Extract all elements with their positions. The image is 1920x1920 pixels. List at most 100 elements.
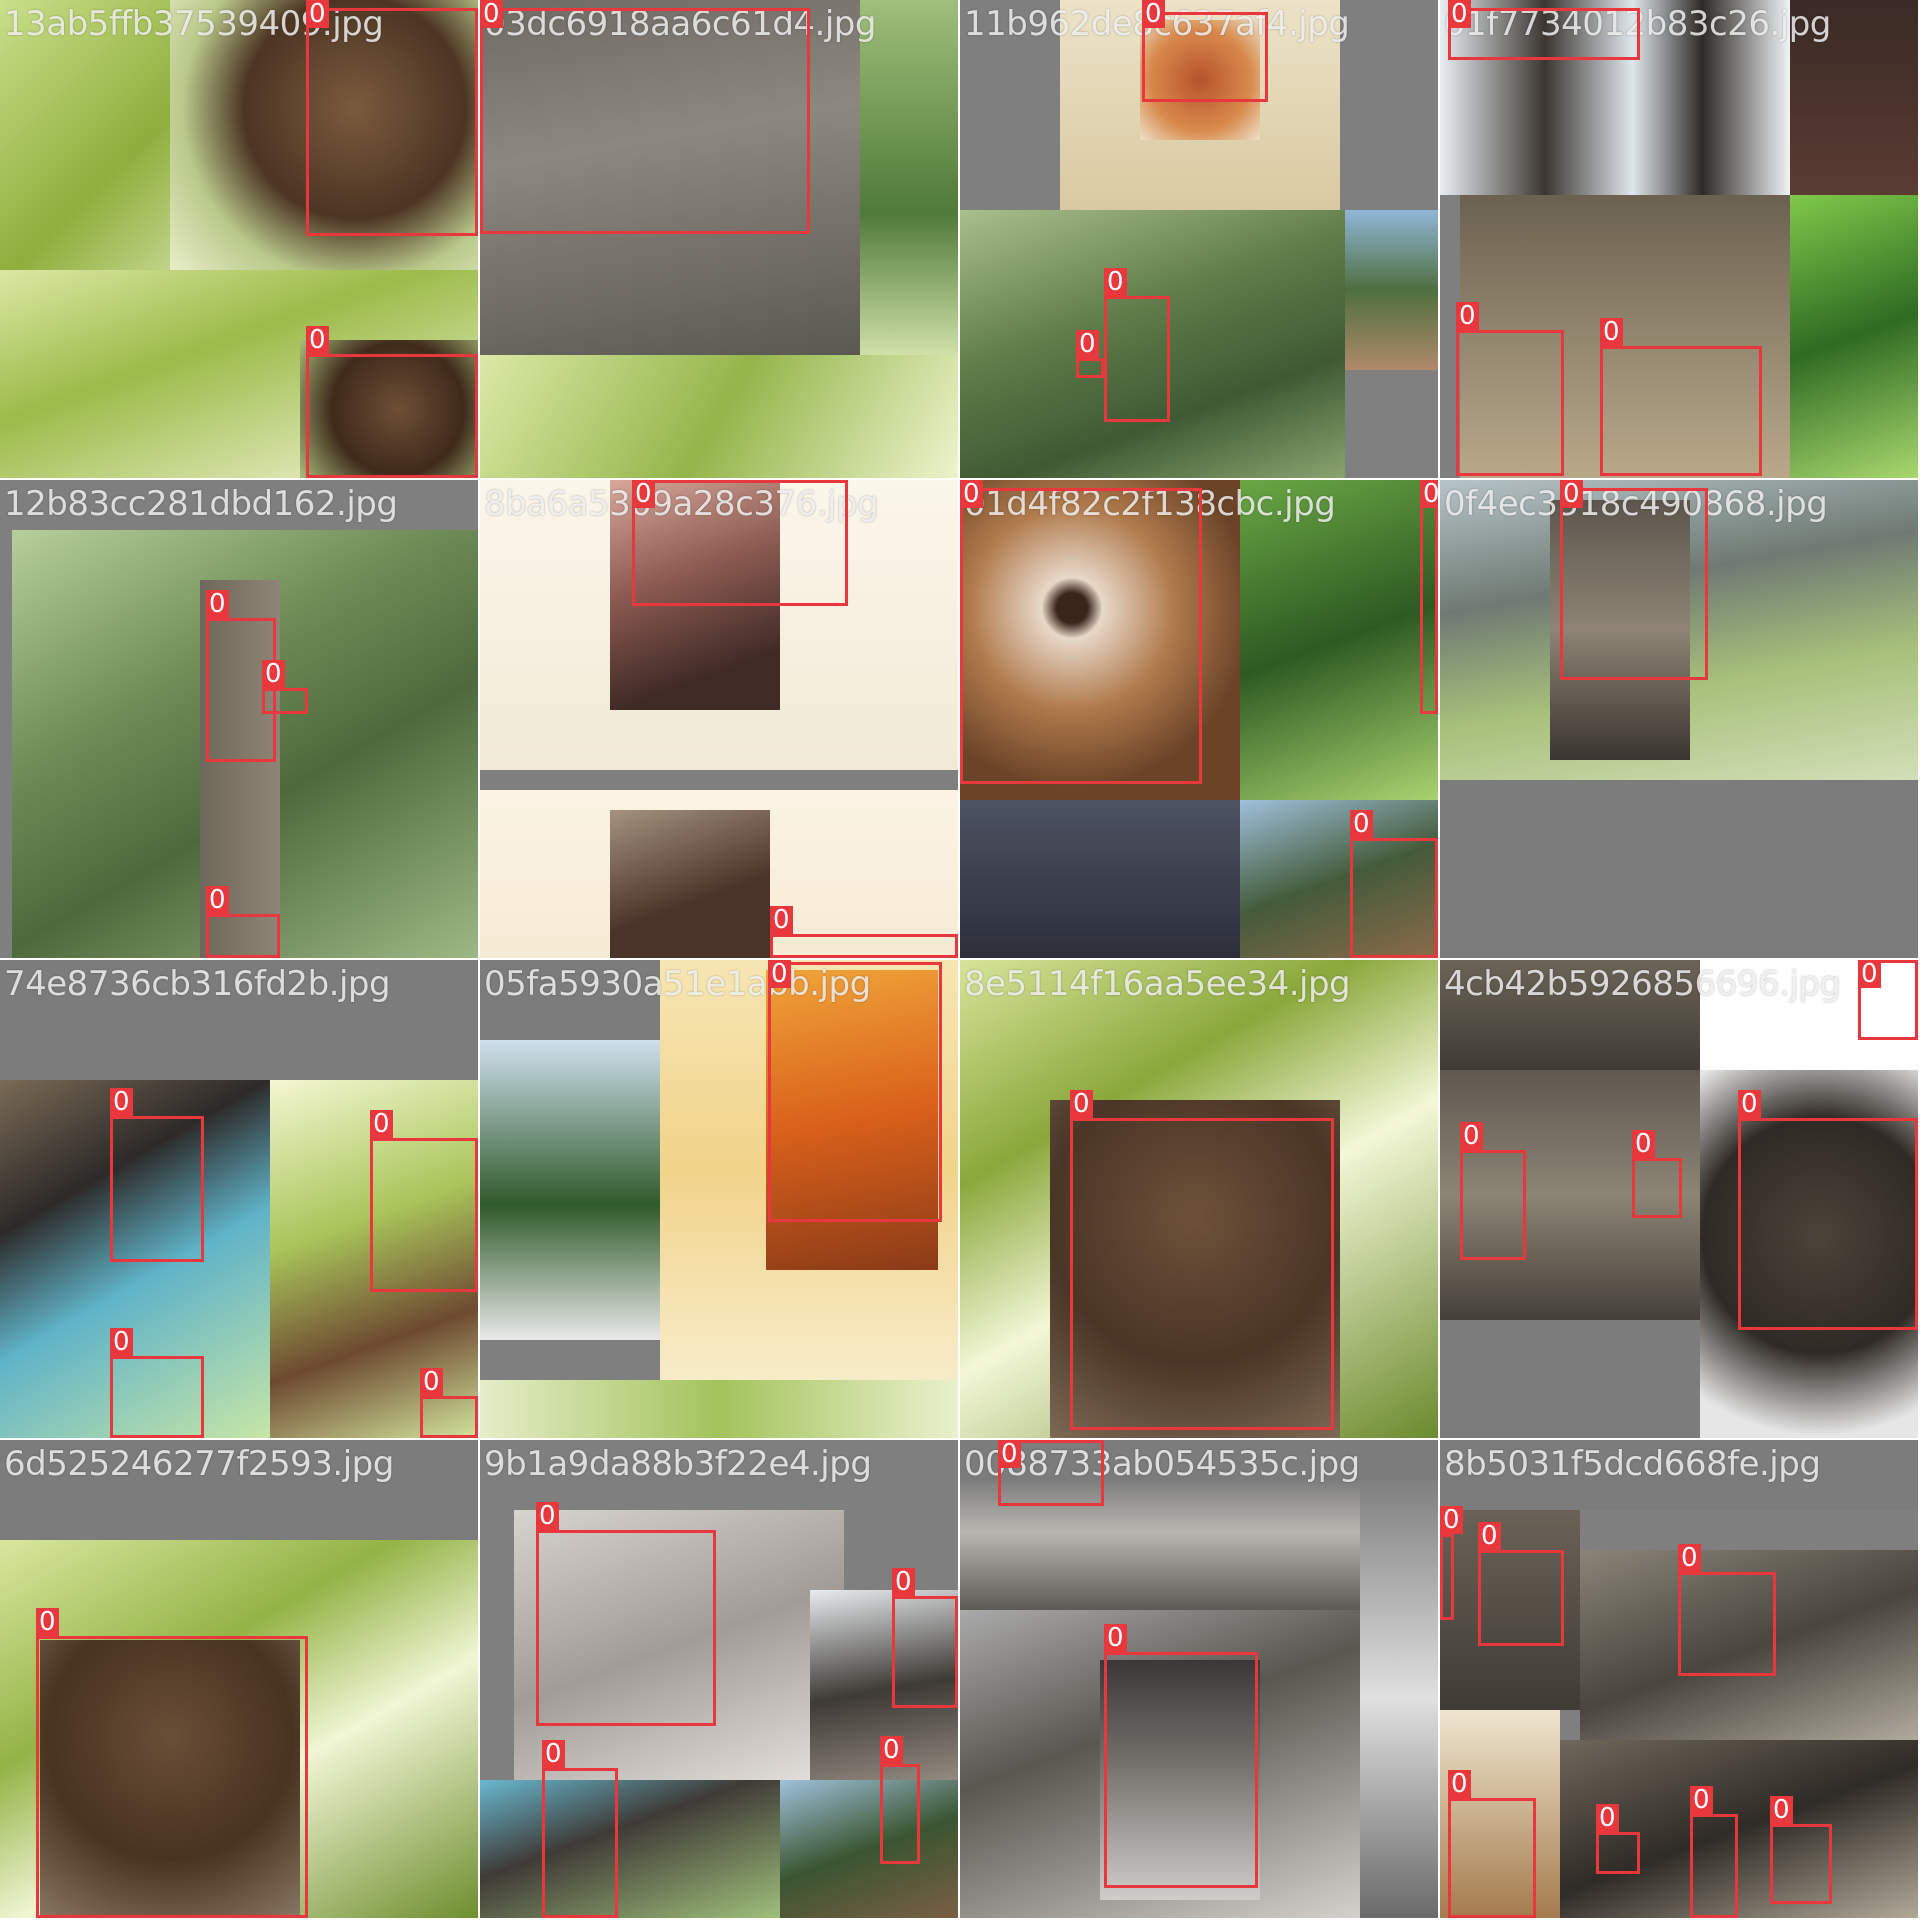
owl-photo-patch [1360, 1480, 1438, 1918]
class-label-tag: 0 [206, 886, 229, 914]
class-label-tag: 0 [1420, 480, 1438, 508]
class-label-tag: 0 [1678, 1544, 1701, 1572]
class-label-tag: 0 [1600, 318, 1623, 346]
class-label-tag: 0 [1738, 1090, 1761, 1118]
mosaic-grid: 13ab5ffb37539409.jpg 0 0 03dc6918aa6c61d4.j… [0, 0, 1920, 1920]
tile-filename: 4cb42b5926856696.jpg [1444, 964, 1841, 1004]
owl-photo-patch [480, 1780, 780, 1918]
bounding-box [1076, 358, 1104, 378]
mosaic-tile: 0088733ab054535c.jpg 0 0 [960, 1440, 1438, 1918]
class-label-tag: 0 [960, 480, 983, 508]
owl-photo-patch [960, 800, 1240, 958]
mosaic-tile: 0f4ec3518c490868.jpg 0 [1440, 480, 1918, 958]
bounding-box [1104, 296, 1170, 422]
class-label-tag: 0 [632, 480, 655, 508]
class-label-tag: 0 [1448, 1770, 1471, 1798]
class-label-tag: 0 [1070, 1090, 1093, 1118]
class-label-tag: 0 [1076, 330, 1099, 358]
bounding-box [880, 1764, 920, 1864]
owl-photo-patch [1345, 210, 1438, 370]
bounding-box [1560, 488, 1708, 680]
mosaic-tile: 74e8736cb316fd2b.jpg 0 0 0 0 [0, 960, 478, 1438]
bounding-box [1104, 1652, 1258, 1888]
bounding-box [306, 8, 478, 236]
class-label-tag: 0 [1632, 1130, 1655, 1158]
bounding-box [1600, 346, 1762, 476]
class-label-tag: 0 [1690, 1786, 1713, 1814]
class-label-tag: 0 [536, 1502, 559, 1530]
bounding-box [1478, 1550, 1564, 1646]
class-label-tag: 0 [1770, 1796, 1793, 1824]
class-label-tag: 0 [1104, 1624, 1127, 1652]
bounding-box [1770, 1824, 1832, 1904]
bounding-box [480, 8, 810, 234]
class-label-tag: 0 [1478, 1522, 1501, 1550]
mosaic-tile: 13ab5ffb37539409.jpg 0 0 [0, 0, 478, 478]
class-label-tag: 0 [768, 960, 791, 988]
bounding-box [1690, 1814, 1738, 1918]
mosaic-tile: 9b1a9da88b3f22e4.jpg 0 0 0 0 [480, 1440, 958, 1918]
bounding-box [1460, 1150, 1526, 1260]
bounding-box [1440, 1534, 1454, 1620]
owl-photo-patch [610, 810, 770, 958]
mosaic-tile: 8ba6a5309a28c376.jpg 0 0 [480, 480, 958, 958]
class-label-tag: 0 [110, 1088, 133, 1116]
bounding-box [1678, 1572, 1776, 1676]
tile-filename: 9b1a9da88b3f22e4.jpg [484, 1444, 872, 1484]
class-label-tag: 0 [1350, 810, 1373, 838]
tile-filename: 12b83cc281dbd162.jpg [4, 484, 398, 524]
owl-photo-patch [1440, 780, 1918, 958]
mosaic-tile: 01d4f82c2f138cbc.jpg 0 0 0 [960, 480, 1438, 958]
owl-photo-patch [1240, 480, 1438, 800]
class-label-tag: 0 [306, 326, 329, 354]
bounding-box [632, 480, 848, 606]
bounding-box [206, 914, 280, 958]
mosaic-tile: 11b962de8c637af4.jpg000 [960, 0, 1438, 478]
class-label-tag: 0 [770, 906, 793, 934]
mosaic-tile: 03dc6918aa6c61d4.jpg 0 [480, 0, 958, 478]
class-label-tag: 0 [206, 590, 229, 618]
tile-filename: 6d525246277f2593.jpg [4, 1444, 394, 1484]
mosaic-tile: 6d525246277f2593.jpg 0 [0, 1440, 478, 1918]
class-label-tag: 0 [480, 0, 503, 28]
mosaic-tile: 01f7734012b83c26.jpg 0 0 0 [1440, 0, 1918, 478]
tile-filename: 74e8736cb316fd2b.jpg [4, 964, 391, 1004]
bounding-box [1420, 480, 1438, 714]
class-label-tag: 0 [998, 1440, 1021, 1468]
class-label-tag: 0 [1858, 960, 1881, 988]
bounding-box [306, 354, 478, 478]
owl-photo-patch [1345, 370, 1438, 478]
owl-photo-patch [780, 1780, 958, 1918]
owl-photo-patch [1790, 195, 1918, 478]
class-label-tag: 0 [36, 1608, 59, 1636]
class-label-tag: 0 [542, 1740, 565, 1768]
bounding-box [768, 962, 942, 1222]
mosaic-tile: 12b83cc281dbd162.jpg 0 0 0 [0, 480, 478, 958]
class-label-tag: 0 [262, 660, 285, 688]
bounding-box [960, 488, 1202, 784]
class-label-tag: 0 [880, 1736, 903, 1764]
owl-photo-patch [1440, 1320, 1700, 1438]
tile-filename: 8b5031f5dcd668fe.jpg [1444, 1444, 1821, 1484]
mosaic-tile: 05fa5930a51e1abb.jpg 0 [480, 960, 958, 1438]
class-label-tag: 0 [1142, 0, 1165, 28]
class-label-tag: 0 [1460, 1122, 1483, 1150]
class-label-tag: 0 [1560, 480, 1583, 508]
bounding-box [1448, 1798, 1536, 1918]
class-label-tag: 0 [1448, 0, 1471, 28]
bounding-box [892, 1596, 958, 1708]
bounding-box [1448, 8, 1640, 60]
mosaic-tile: 8e5114f16aa5ee34.jpg 0 [960, 960, 1438, 1438]
owl-photo-patch [480, 1380, 958, 1438]
bounding-box [536, 1530, 716, 1726]
bounding-box [1350, 838, 1438, 958]
bounding-box [1070, 1118, 1334, 1430]
bounding-box [1456, 330, 1564, 476]
bounding-box [542, 1768, 618, 1918]
mosaic-tile: 4cb42b5926856696.jpg 0 0 0 0 [1440, 960, 1918, 1438]
class-label-tag: 0 [1596, 1804, 1619, 1832]
class-label-tag: 0 [420, 1368, 443, 1396]
class-label-tag: 0 [306, 0, 329, 28]
class-label-tag: 0 [1440, 1506, 1463, 1534]
class-label-tag: 0 [1456, 302, 1479, 330]
